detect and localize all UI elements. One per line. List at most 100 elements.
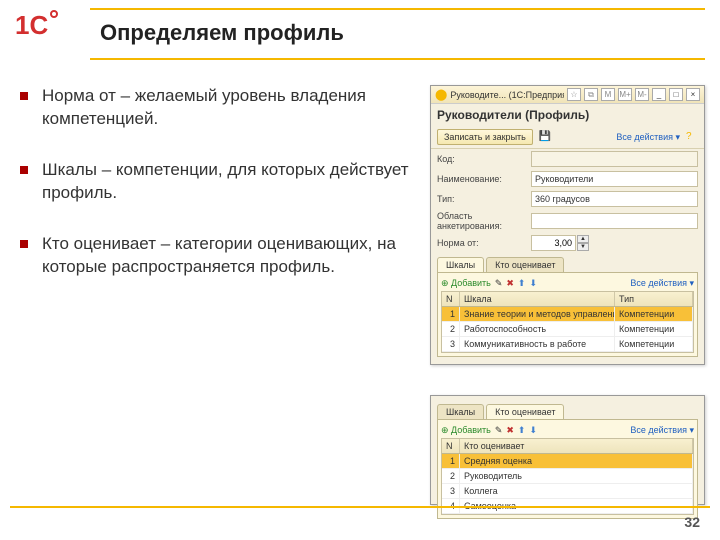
grid-actions-menu[interactable]: Все действия ▾ — [630, 425, 694, 436]
fav-button[interactable]: ☆ — [567, 88, 581, 101]
app-window-evaluators: Шкалы Кто оценивает ⊕ Добавить ✎ ✖ ⬆ ⬇ В… — [430, 395, 705, 505]
m-button[interactable]: M — [601, 88, 615, 101]
delete-icon[interactable]: ✖ — [506, 425, 514, 436]
cell-n: 1 — [442, 454, 460, 468]
logo-text: 1С — [15, 10, 48, 40]
cell-n: 2 — [442, 469, 460, 483]
grid-header: N Кто оценивает — [442, 439, 693, 454]
footer-rule — [10, 506, 710, 508]
tab-who-evaluates[interactable]: Кто оценивает — [486, 404, 564, 419]
bullet-text: Кто оценивает – категории оценивающих, н… — [42, 233, 420, 279]
edit-icon[interactable]: ✎ — [495, 425, 503, 436]
all-actions-menu[interactable]: Все действия ▾ — [616, 132, 680, 143]
cell-scale: Знание теории и методов управления — [460, 307, 615, 321]
bullet-icon — [20, 166, 28, 174]
link-button[interactable]: ⧉ — [584, 88, 598, 101]
norm-label: Норма от: — [437, 238, 527, 248]
tab-panel: ⊕ Добавить ✎ ✖ ⬆ ⬇ Все действия ▾ N Кто … — [437, 419, 698, 519]
cell-n: 1 — [442, 307, 460, 321]
list-item: Норма от – желаемый уровень владения ком… — [20, 85, 420, 131]
app-icon: ⬤ — [435, 88, 447, 101]
cell-scale: Работоспособность — [460, 322, 615, 336]
tab-panel: ⊕ Добавить ✎ ✖ ⬆ ⬇ Все действия ▾ N Шкал… — [437, 272, 698, 357]
cell-who: Средняя оценка — [460, 454, 693, 468]
list-item: Кто оценивает – категории оценивающих, н… — [20, 233, 420, 279]
titlebar[interactable]: ⬤ Руководите... (1С:Предприятие) ☆ ⧉ M M… — [431, 86, 704, 104]
col-who[interactable]: Кто оценивает — [460, 439, 693, 453]
page-title: Определяем профиль — [100, 20, 344, 46]
m-minus-button[interactable]: M- — [635, 88, 649, 101]
form-title: Руководители (Профиль) — [431, 104, 704, 126]
scales-grid: N Шкала Тип 1Знание теории и методов упр… — [441, 291, 694, 353]
type-field[interactable]: 360 градусов — [531, 191, 698, 207]
down-icon[interactable]: ⬇ — [529, 425, 537, 436]
add-button[interactable]: ⊕ Добавить — [441, 278, 491, 289]
norm-spinner[interactable]: ▲▼ — [531, 235, 589, 251]
down-icon[interactable]: ⬇ — [529, 278, 537, 289]
cell-n: 3 — [442, 337, 460, 351]
tab-who-evaluates[interactable]: Кто оценивает — [486, 257, 564, 272]
table-row[interactable]: 2Руководитель — [442, 469, 693, 484]
spin-up-icon[interactable]: ▲ — [577, 235, 589, 243]
code-label: Код: — [437, 154, 527, 164]
grid-toolbar: ⊕ Добавить ✎ ✖ ⬆ ⬇ Все действия ▾ — [441, 276, 694, 291]
window-title: Руководите... (1С:Предприятие) — [450, 90, 564, 100]
tabs: Шкалы Кто оценивает — [431, 400, 704, 419]
up-icon[interactable]: ⬆ — [518, 278, 526, 289]
grid-header: N Шкала Тип — [442, 292, 693, 307]
col-n[interactable]: N — [442, 439, 460, 453]
edit-icon[interactable]: ✎ — [495, 278, 503, 289]
grid-actions-menu[interactable]: Все действия ▾ — [630, 278, 694, 289]
table-row[interactable]: 3Коммуникативность в работеКомпетенции — [442, 337, 693, 352]
page-number: 32 — [684, 514, 700, 530]
delete-icon[interactable]: ✖ — [506, 278, 514, 289]
table-row[interactable]: 2РаботоспособностьКомпетенции — [442, 322, 693, 337]
minimize-button[interactable]: _ — [652, 88, 666, 101]
cell-scale: Коммуникативность в работе — [460, 337, 615, 351]
form-toolbar: Записать и закрыть 💾 Все действия ▾ ? — [431, 126, 704, 149]
spin-down-icon[interactable]: ▼ — [577, 243, 589, 251]
tabs: Шкалы Кто оценивает — [431, 257, 704, 272]
help-icon[interactable]: ? — [686, 131, 698, 143]
cell-n: 2 — [442, 322, 460, 336]
col-type[interactable]: Тип — [615, 292, 693, 306]
bullet-icon — [20, 92, 28, 100]
save-icon[interactable]: 💾 — [539, 131, 551, 143]
name-label: Наименование: — [437, 174, 527, 184]
code-field[interactable] — [531, 151, 698, 167]
tab-scales[interactable]: Шкалы — [437, 257, 484, 272]
evaluators-grid: N Кто оценивает 1Средняя оценка 2Руковод… — [441, 438, 694, 515]
save-and-close-button[interactable]: Записать и закрыть — [437, 129, 533, 145]
cell-n: 3 — [442, 484, 460, 498]
name-field[interactable]: Руководители — [531, 171, 698, 187]
up-icon[interactable]: ⬆ — [518, 425, 526, 436]
logo-mark — [50, 10, 58, 18]
bullet-text: Норма от – желаемый уровень владения ком… — [42, 85, 420, 131]
logo: 1С — [15, 10, 75, 55]
col-scale[interactable]: Шкала — [460, 292, 615, 306]
norm-input[interactable] — [531, 235, 576, 251]
grid-toolbar: ⊕ Добавить ✎ ✖ ⬆ ⬇ Все действия ▾ — [441, 423, 694, 438]
cell-type: Компетенции — [615, 337, 693, 351]
col-n[interactable]: N — [442, 292, 460, 306]
title-underline — [90, 58, 705, 60]
app-window-profile: ⬤ Руководите... (1С:Предприятие) ☆ ⧉ M M… — [430, 85, 705, 365]
area-label: Область анкетирования: — [437, 211, 527, 231]
add-button[interactable]: ⊕ Добавить — [441, 425, 491, 436]
tab-scales[interactable]: Шкалы — [437, 404, 484, 419]
area-field[interactable] — [531, 213, 698, 229]
table-row[interactable]: 3Коллега — [442, 484, 693, 499]
list-item: Шкалы – компетенции, для которых действу… — [20, 159, 420, 205]
cell-who: Руководитель — [460, 469, 693, 483]
table-row[interactable]: 1Средняя оценка — [442, 454, 693, 469]
close-button[interactable]: × — [686, 88, 700, 101]
add-label: Добавить — [451, 425, 491, 435]
header-rule — [90, 8, 705, 10]
add-label: Добавить — [451, 278, 491, 288]
m-plus-button[interactable]: M+ — [618, 88, 632, 101]
table-row[interactable]: 1Знание теории и методов управленияКомпе… — [442, 307, 693, 322]
cell-who: Коллега — [460, 484, 693, 498]
bullet-icon — [20, 240, 28, 248]
maximize-button[interactable]: □ — [669, 88, 683, 101]
bullet-list: Норма от – желаемый уровень владения ком… — [20, 85, 420, 307]
